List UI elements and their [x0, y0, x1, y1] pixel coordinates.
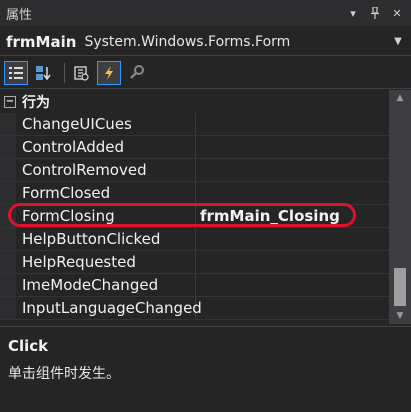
dropdown-arrow-icon[interactable]: ▾: [345, 5, 361, 21]
row-gutter: [0, 274, 16, 296]
object-name: frmMain: [6, 32, 77, 51]
toolbar-separator: [64, 62, 65, 83]
event-name[interactable]: FormClosed: [16, 182, 196, 204]
event-row[interactable]: ImeModeChanged: [0, 274, 389, 297]
description-pane: Click 单击组件时发生。: [0, 326, 411, 412]
event-value[interactable]: [196, 297, 389, 319]
event-name[interactable]: ControlAdded: [16, 136, 196, 158]
event-value[interactable]: [196, 251, 389, 273]
pin-icon[interactable]: [367, 5, 383, 21]
property-grid: − 行为 ChangeUICues ControlAdded ControlRe…: [0, 90, 389, 324]
row-gutter: [0, 113, 16, 135]
event-value[interactable]: [196, 182, 389, 204]
categorized-view-icon[interactable]: [4, 60, 28, 85]
properties-titlebar: 属性 ▾ ✕: [0, 0, 411, 26]
event-name[interactable]: InputLanguageChanged: [16, 297, 202, 319]
scroll-down-icon[interactable]: ▼: [389, 308, 411, 324]
event-row[interactable]: FormClosed: [0, 182, 389, 205]
event-name[interactable]: HelpButtonClicked: [16, 228, 196, 250]
event-handler-value[interactable]: frmMain_Closing: [196, 205, 389, 227]
events-lightning-icon[interactable]: [97, 60, 121, 85]
event-name[interactable]: ControlRemoved: [16, 159, 196, 181]
row-gutter: [0, 228, 16, 250]
row-gutter: [0, 159, 16, 181]
event-row[interactable]: InputLanguageChanged: [0, 297, 389, 320]
properties-toolbar: [0, 57, 411, 89]
close-icon[interactable]: ✕: [389, 5, 405, 21]
vertical-scrollbar[interactable]: ▲ ▼: [389, 90, 411, 324]
description-text: 单击组件时发生。: [8, 366, 120, 382]
event-value[interactable]: [196, 159, 389, 181]
row-gutter: [0, 205, 16, 227]
scroll-thumb[interactable]: [394, 268, 406, 306]
properties-icon[interactable]: [69, 61, 93, 85]
window-title: 属性: [6, 7, 33, 23]
event-row[interactable]: ControlRemoved: [0, 159, 389, 182]
event-row[interactable]: HelpButtonClicked: [0, 228, 389, 251]
scroll-up-icon[interactable]: ▲: [389, 90, 411, 106]
event-name[interactable]: ChangeUICues: [16, 113, 196, 135]
alphabetical-view-icon[interactable]: [32, 61, 56, 85]
row-gutter: [0, 251, 16, 273]
description-title: Click: [8, 337, 49, 355]
event-row[interactable]: HelpRequested: [0, 251, 389, 274]
event-value[interactable]: [196, 136, 389, 158]
event-row[interactable]: ChangeUICues: [0, 113, 389, 136]
row-gutter: [0, 182, 16, 204]
event-name[interactable]: HelpRequested: [16, 251, 196, 273]
category-behavior[interactable]: − 行为: [0, 90, 389, 113]
event-row-formclosing[interactable]: FormClosing frmMain_Closing: [0, 205, 389, 228]
object-selector[interactable]: frmMain System.Windows.Forms.Form ▼: [0, 28, 411, 56]
object-type: System.Windows.Forms.Form: [84, 33, 291, 50]
event-name[interactable]: FormClosing: [16, 205, 196, 227]
category-label: 行为: [22, 94, 50, 111]
property-pages-wrench-icon[interactable]: [125, 61, 149, 85]
event-row[interactable]: ControlAdded: [0, 136, 389, 159]
collapse-toggle-icon[interactable]: −: [4, 95, 16, 108]
event-value[interactable]: [196, 274, 389, 296]
event-name[interactable]: ImeModeChanged: [16, 274, 196, 296]
row-gutter: [0, 136, 16, 158]
row-gutter: [0, 297, 16, 319]
chevron-down-icon[interactable]: ▼: [391, 35, 405, 49]
event-value[interactable]: [196, 228, 389, 250]
event-value[interactable]: [196, 113, 389, 135]
